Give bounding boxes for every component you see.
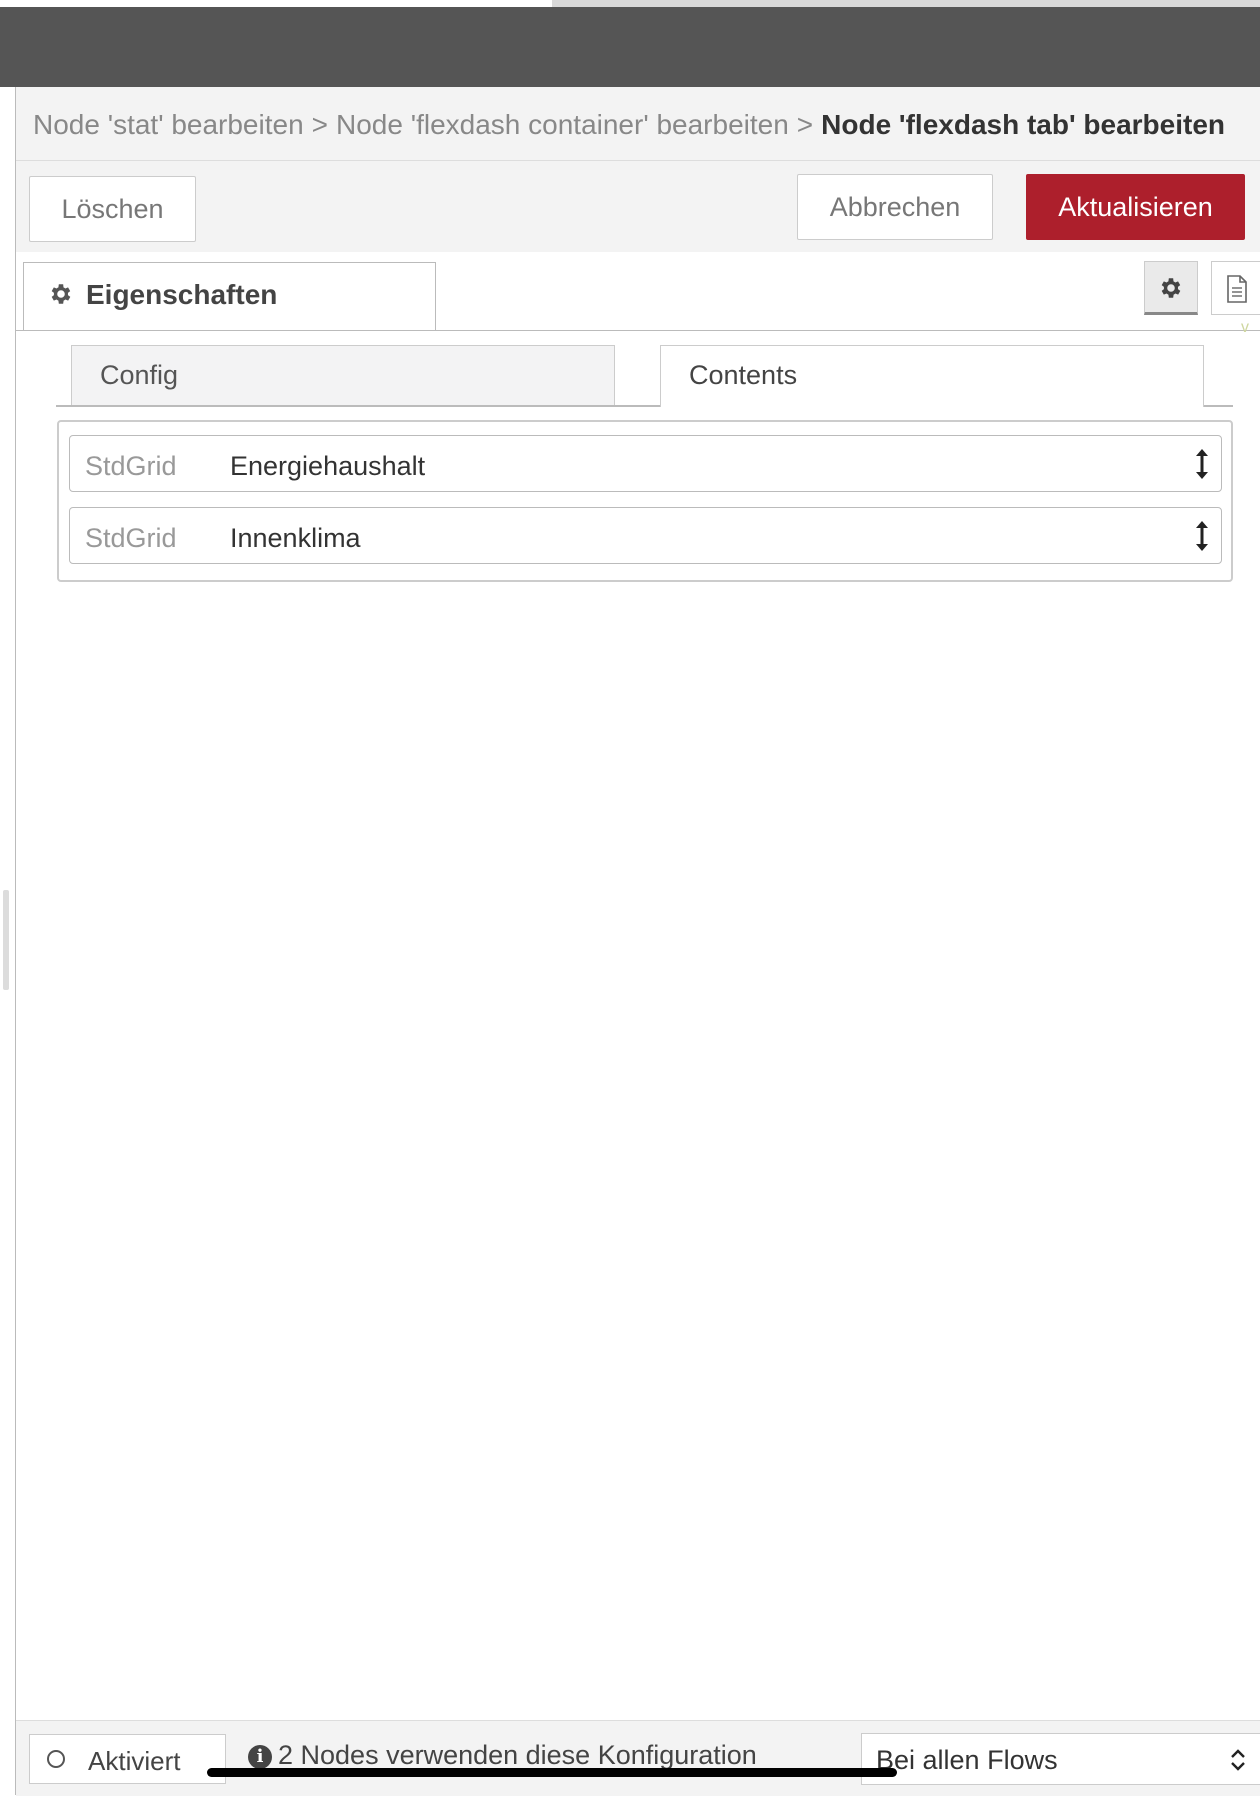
tab-config[interactable]: Config bbox=[71, 345, 615, 405]
node-description-button[interactable] bbox=[1211, 261, 1260, 315]
usage-info: i2 Nodes verwenden diese Konfiguration bbox=[248, 1740, 757, 1771]
gear-icon bbox=[1161, 278, 1181, 298]
tab-properties[interactable]: Eigenschaften bbox=[23, 262, 436, 330]
enabled-label: Aktiviert bbox=[88, 1746, 181, 1776]
scope-select-value: Bei allen Flows bbox=[876, 1745, 1058, 1775]
info-icon: i bbox=[248, 1745, 272, 1769]
drag-handle-icon[interactable] bbox=[1195, 448, 1209, 480]
tray-toolbar: Löschen Abbrechen Aktualisieren bbox=[16, 161, 1260, 253]
breadcrumb-current: Node 'flexdash tab' bearbeiten bbox=[821, 109, 1226, 140]
list-item[interactable]: StdGrid Energiehaushalt bbox=[69, 435, 1222, 492]
list-item-name: Energiehaushalt bbox=[230, 451, 426, 481]
radio-circle-icon bbox=[47, 1750, 65, 1768]
update-button[interactable]: Aktualisieren bbox=[1026, 174, 1245, 240]
drag-handle-icon[interactable] bbox=[1195, 520, 1209, 552]
list-item-type: StdGrid bbox=[85, 523, 177, 553]
enabled-toggle[interactable]: Aktiviert bbox=[29, 1734, 226, 1784]
tab-contents[interactable]: Contents bbox=[660, 345, 1204, 407]
list-item-type: StdGrid bbox=[85, 451, 177, 481]
delete-button[interactable]: Löschen bbox=[29, 176, 196, 242]
breadcrumb-separator: > bbox=[796, 109, 814, 140]
scope-select[interactable]: Bei allen Flows bbox=[861, 1733, 1260, 1785]
select-arrows-icon bbox=[1231, 1749, 1245, 1771]
document-icon bbox=[1227, 275, 1247, 303]
cancel-button[interactable]: Abbrechen bbox=[797, 174, 993, 240]
list-item[interactable]: StdGrid Innenklima bbox=[69, 507, 1222, 564]
breadcrumb-trail: Node 'stat' bearbeiten > Node 'flexdash co… bbox=[33, 109, 1225, 141]
chevron-down-icon: v bbox=[1241, 319, 1249, 336]
node-settings-button[interactable] bbox=[1144, 261, 1198, 315]
tab-properties-label: Eigenschaften bbox=[86, 279, 278, 310]
usage-info-text: 2 Nodes verwenden diese Konfiguration bbox=[278, 1740, 757, 1770]
breadcrumb-separator: > bbox=[311, 109, 329, 140]
top-status-strip-segment bbox=[552, 0, 1260, 7]
breadcrumb-item-container[interactable]: Node 'flexdash container' bearbeiten bbox=[336, 109, 789, 140]
tray-tab-bar: Eigenschaften bbox=[16, 252, 1260, 331]
breadcrumb-item-stat[interactable]: Node 'stat' bearbeiten bbox=[33, 109, 304, 140]
header-bar bbox=[0, 7, 1260, 87]
edit-tray: Node 'stat' bearbeiten > Node 'flexdash co… bbox=[15, 87, 1260, 1796]
list-item-name: Innenklima bbox=[230, 523, 361, 553]
tray-footer: Aktiviert i2 Nodes verwenden diese Konfi… bbox=[16, 1720, 1260, 1796]
tray-resize-handle[interactable] bbox=[3, 890, 9, 990]
breadcrumb: Node 'stat' bearbeiten > Node 'flexdash co… bbox=[16, 87, 1260, 161]
top-status-strip bbox=[0, 0, 1260, 7]
home-indicator bbox=[207, 1768, 897, 1777]
gear-icon bbox=[51, 284, 71, 304]
subtab-bar: Config Contents bbox=[56, 345, 1233, 407]
contents-list: StdGrid Energiehaushalt StdGrid Innenkli… bbox=[57, 420, 1233, 582]
